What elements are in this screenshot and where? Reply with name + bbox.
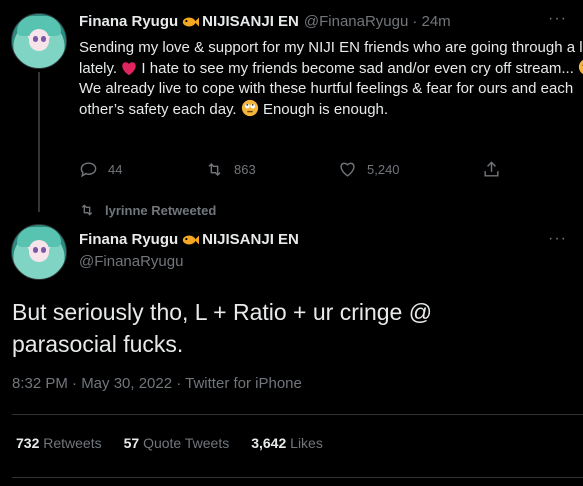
tweet1-header: Finana Ryugu NIJISANJI EN @FinanaRyugu ·… xyxy=(79,13,451,30)
retweet-button[interactable]: 863 xyxy=(205,160,256,179)
retweets-stat[interactable]: 732 Retweets xyxy=(16,435,102,451)
likes-stat[interactable]: 3,642 Likes xyxy=(251,435,323,451)
retweeted-by[interactable]: lyrinne Retweeted xyxy=(79,202,216,218)
handle[interactable]: @FinanaRyugu xyxy=(79,253,183,270)
display-name[interactable]: Finana Ryugu xyxy=(79,13,178,30)
tweet-text-part: Enough is enough. xyxy=(262,101,389,118)
more-options-icon[interactable]: ··· xyxy=(548,230,567,248)
rolling-eyes-face-icon xyxy=(241,99,258,117)
reply-button[interactable]: 44 xyxy=(79,160,122,179)
timestamp[interactable]: · 24m xyxy=(412,13,450,30)
tweet-meta[interactable]: 8:32 PM · May 30, 2022 · Twitter for iPh… xyxy=(12,375,302,392)
org-name[interactable]: NIJISANJI EN xyxy=(202,13,299,30)
like-button[interactable]: 5,240 xyxy=(338,160,400,179)
fish-icon xyxy=(182,17,200,26)
heart-icon xyxy=(340,162,355,177)
share-icon xyxy=(484,161,499,177)
retweet-icon xyxy=(208,162,221,177)
divider xyxy=(12,477,583,478)
display-name[interactable]: Finana Ryugu xyxy=(79,231,178,248)
tweet2-text: But seriously tho, L + Ratio + ur cringe… xyxy=(12,299,433,357)
more-options-icon[interactable]: ··· xyxy=(548,10,567,28)
avatar[interactable] xyxy=(11,13,67,69)
retweet-icon xyxy=(81,204,93,216)
disappointed-face-icon xyxy=(578,59,583,75)
tweet-stats: 732 Retweets 57 Quote Tweets 3,642 Likes xyxy=(16,435,323,451)
share-button[interactable] xyxy=(482,160,501,179)
tweet2-header: Finana Ryugu NIJISANJI EN xyxy=(79,231,299,248)
like-count: 5,240 xyxy=(367,162,400,177)
retweet-count: 863 xyxy=(234,162,256,177)
quote-tweets-stat[interactable]: 57 Quote Tweets xyxy=(124,435,230,451)
reply-icon xyxy=(80,162,97,178)
red-heart-icon xyxy=(122,62,136,76)
reply-count: 44 xyxy=(108,162,123,177)
retweeted-by-label: lyrinne Retweeted xyxy=(105,202,217,218)
avatar[interactable] xyxy=(11,224,67,280)
divider xyxy=(12,414,583,415)
fish-icon xyxy=(182,235,200,244)
thread-connector-line xyxy=(38,72,40,212)
org-name[interactable]: NIJISANJI EN xyxy=(202,231,299,248)
handle[interactable]: @FinanaRyugu xyxy=(304,13,408,30)
tweet1-text: Sending my love & support for my NIJI EN… xyxy=(79,38,583,120)
tweet-text-part: I hate to see my friends become sad and/… xyxy=(141,60,574,77)
